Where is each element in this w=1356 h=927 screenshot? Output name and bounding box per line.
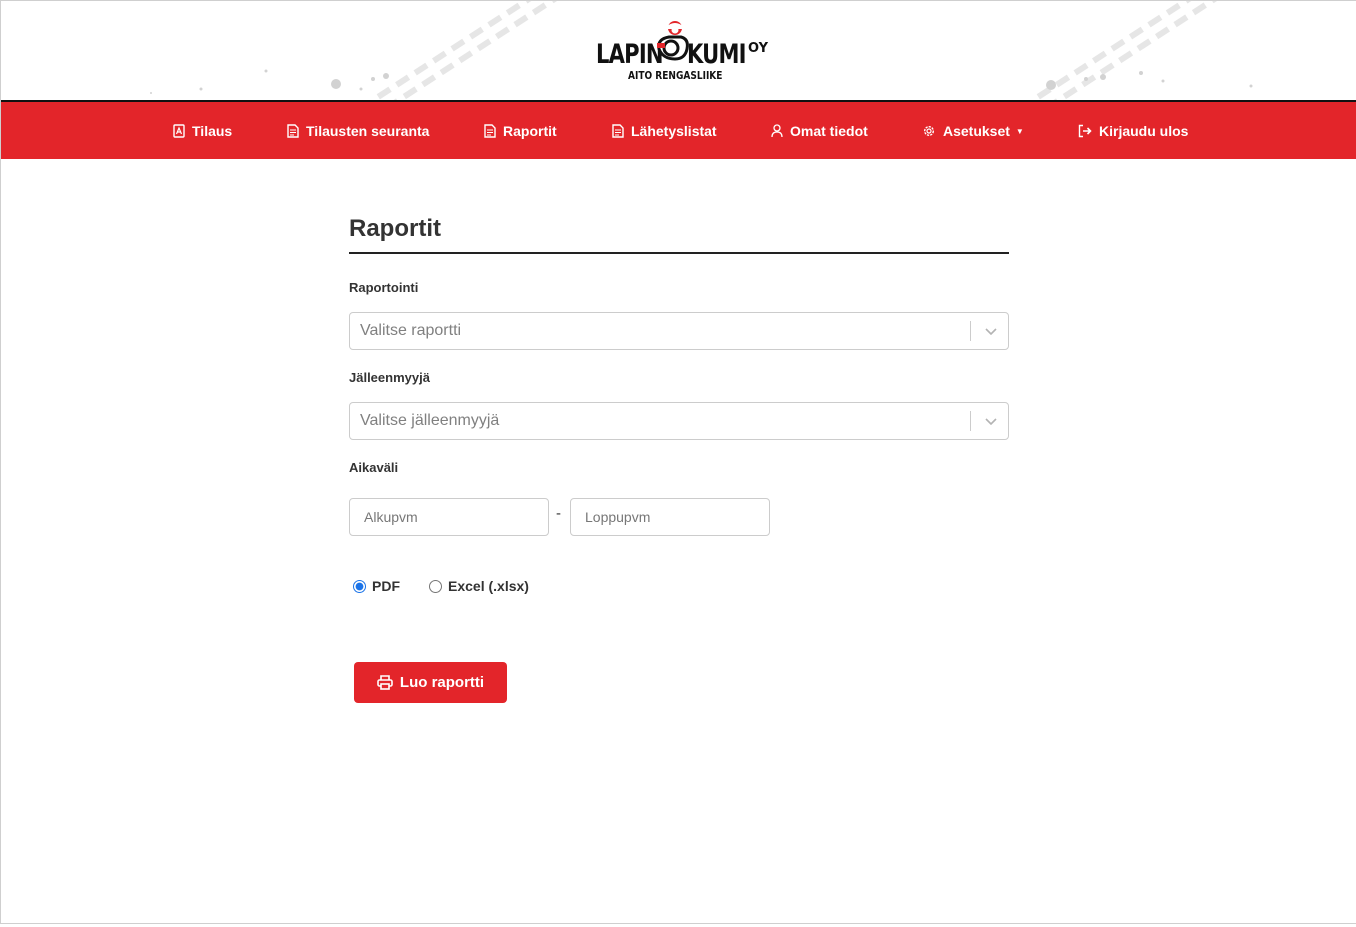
logout-icon: [1078, 124, 1092, 138]
chevron-down-icon: ▼: [1015, 126, 1024, 136]
document-icon: [612, 124, 624, 138]
printer-icon: [377, 675, 393, 690]
start-date-input[interactable]: [349, 498, 549, 536]
reseller-select-placeholder: Valitse jälleenmyyjä: [360, 412, 500, 429]
page-title: Raportit: [349, 215, 441, 242]
logo-suffix: OY: [748, 41, 769, 56]
site-header: LAPIN KUMI OY AITO RENGASLIIKE: [1, 1, 1356, 101]
logo-tagline: AITO RENGASLIIKE: [628, 69, 723, 82]
nav-item-label: Tilausten seuranta: [306, 123, 430, 139]
format-option-excel[interactable]: Excel (.xlsx): [425, 578, 529, 594]
select-separator: [970, 321, 971, 341]
nav-item-tilaus[interactable]: Tilaus: [173, 121, 232, 141]
pdf-radio[interactable]: [353, 579, 366, 593]
create-report-button[interactable]: Luo raportti: [354, 662, 507, 703]
nav-item-label: Tilaus: [192, 123, 233, 139]
period-label: Aikaväli: [349, 460, 399, 475]
chevron-down-icon[interactable]: [984, 324, 998, 338]
end-date-input[interactable]: [570, 498, 770, 536]
nav-item-raportit[interactable]: Raportit: [484, 121, 557, 141]
document-icon: [484, 124, 496, 138]
date-range-separator: -: [556, 505, 561, 522]
nav-item-label: Asetukset: [943, 123, 1010, 139]
nav-item-lahetyslistat[interactable]: Lähetyslistat: [612, 121, 717, 141]
title-divider: [349, 252, 1009, 254]
nav-item-tilausten-seuranta[interactable]: Tilausten seuranta: [287, 121, 429, 141]
user-icon: [771, 124, 783, 138]
chevron-down-icon[interactable]: [984, 414, 998, 428]
company-logo[interactable]: LAPIN KUMI OY AITO RENGASLIIKE: [591, 19, 771, 89]
nav-item-omat-tiedot[interactable]: Omat tiedot: [771, 121, 868, 141]
create-report-label: Luo raportti: [399, 674, 485, 691]
excel-radio[interactable]: [429, 579, 442, 593]
report-select-placeholder: Valitse raportti: [360, 322, 462, 339]
format-label: Excel (.xlsx): [448, 578, 529, 594]
report-select[interactable]: Valitse raportti: [349, 312, 1009, 350]
format-option-pdf[interactable]: PDF: [349, 578, 400, 594]
select-separator: [970, 411, 971, 431]
report-label: Raportointi: [349, 280, 419, 295]
nav-item-label: Kirjaudu ulos: [1099, 123, 1189, 139]
format-options: PDF Excel (.xlsx): [349, 578, 554, 594]
nav-item-asetukset[interactable]: Asetukset ▼: [922, 121, 1024, 141]
nav-item-label: Lähetyslistat: [631, 123, 717, 139]
nav-item-label: Raportit: [503, 123, 557, 139]
document-icon: [287, 124, 299, 138]
gear-icon: [923, 125, 935, 137]
nav-item-label: Omat tiedot: [790, 123, 868, 139]
main-navigation: Tilaus Tilausten seuranta Raportit Lähet…: [1, 102, 1356, 159]
reseller-select[interactable]: Valitse jälleenmyyjä: [349, 402, 1009, 440]
format-label: PDF: [372, 578, 400, 594]
reseller-label: Jälleenmyyjä: [349, 370, 430, 385]
logo-text-right: KUMI: [687, 39, 747, 70]
nav-item-kirjaudu-ulos[interactable]: Kirjaudu ulos: [1078, 121, 1188, 141]
clipboard-icon: [173, 124, 185, 138]
